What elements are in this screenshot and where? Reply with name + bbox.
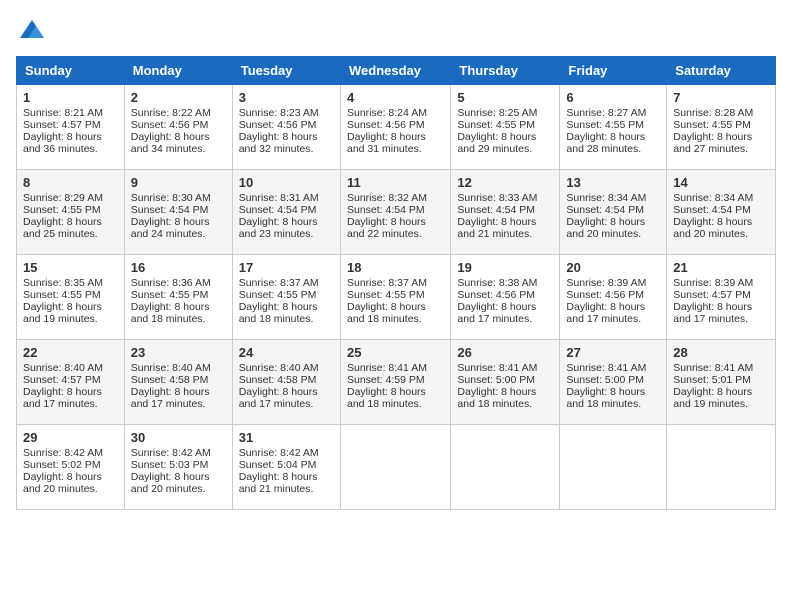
day-number: 1 [23, 90, 118, 105]
logo-icon [18, 16, 46, 44]
day-number: 25 [347, 345, 444, 360]
calendar-day: 29Sunrise: 8:42 AMSunset: 5:02 PMDayligh… [17, 425, 125, 510]
calendar-day: 6Sunrise: 8:27 AMSunset: 4:55 PMDaylight… [560, 85, 667, 170]
calendar-day: 19Sunrise: 8:38 AMSunset: 4:56 PMDayligh… [451, 255, 560, 340]
day-number: 10 [239, 175, 334, 190]
day-number: 19 [457, 260, 553, 275]
calendar-day: 1Sunrise: 8:21 AMSunset: 4:57 PMDaylight… [17, 85, 125, 170]
day-number: 2 [131, 90, 226, 105]
calendar-day: 13Sunrise: 8:34 AMSunset: 4:54 PMDayligh… [560, 170, 667, 255]
day-number: 31 [239, 430, 334, 445]
day-number: 17 [239, 260, 334, 275]
calendar-day: 12Sunrise: 8:33 AMSunset: 4:54 PMDayligh… [451, 170, 560, 255]
calendar-day: 14Sunrise: 8:34 AMSunset: 4:54 PMDayligh… [667, 170, 776, 255]
day-number: 20 [566, 260, 660, 275]
week-row: 15Sunrise: 8:35 AMSunset: 4:55 PMDayligh… [17, 255, 776, 340]
calendar-day: 20Sunrise: 8:39 AMSunset: 4:56 PMDayligh… [560, 255, 667, 340]
day-number: 3 [239, 90, 334, 105]
day-number: 23 [131, 345, 226, 360]
weekday-header: Sunday [17, 57, 125, 85]
calendar-day: 5Sunrise: 8:25 AMSunset: 4:55 PMDaylight… [451, 85, 560, 170]
calendar-table: SundayMondayTuesdayWednesdayThursdayFrid… [16, 56, 776, 510]
calendar-day: 27Sunrise: 8:41 AMSunset: 5:00 PMDayligh… [560, 340, 667, 425]
day-number: 28 [673, 345, 769, 360]
calendar-day: 26Sunrise: 8:41 AMSunset: 5:00 PMDayligh… [451, 340, 560, 425]
calendar-day: 10Sunrise: 8:31 AMSunset: 4:54 PMDayligh… [232, 170, 340, 255]
calendar-day: 2Sunrise: 8:22 AMSunset: 4:56 PMDaylight… [124, 85, 232, 170]
calendar-day [667, 425, 776, 510]
calendar-day: 8Sunrise: 8:29 AMSunset: 4:55 PMDaylight… [17, 170, 125, 255]
week-row: 22Sunrise: 8:40 AMSunset: 4:57 PMDayligh… [17, 340, 776, 425]
calendar-day: 16Sunrise: 8:36 AMSunset: 4:55 PMDayligh… [124, 255, 232, 340]
day-number: 4 [347, 90, 444, 105]
calendar-day: 18Sunrise: 8:37 AMSunset: 4:55 PMDayligh… [340, 255, 450, 340]
calendar-day: 9Sunrise: 8:30 AMSunset: 4:54 PMDaylight… [124, 170, 232, 255]
day-number: 6 [566, 90, 660, 105]
day-number: 21 [673, 260, 769, 275]
calendar-day: 11Sunrise: 8:32 AMSunset: 4:54 PMDayligh… [340, 170, 450, 255]
calendar-day: 24Sunrise: 8:40 AMSunset: 4:58 PMDayligh… [232, 340, 340, 425]
page-header [16, 16, 776, 44]
day-number: 7 [673, 90, 769, 105]
calendar-day: 21Sunrise: 8:39 AMSunset: 4:57 PMDayligh… [667, 255, 776, 340]
calendar-day: 31Sunrise: 8:42 AMSunset: 5:04 PMDayligh… [232, 425, 340, 510]
calendar-day: 22Sunrise: 8:40 AMSunset: 4:57 PMDayligh… [17, 340, 125, 425]
weekday-header: Saturday [667, 57, 776, 85]
day-number: 29 [23, 430, 118, 445]
calendar-day: 23Sunrise: 8:40 AMSunset: 4:58 PMDayligh… [124, 340, 232, 425]
day-number: 15 [23, 260, 118, 275]
day-number: 26 [457, 345, 553, 360]
weekday-header-row: SundayMondayTuesdayWednesdayThursdayFrid… [17, 57, 776, 85]
calendar-day [560, 425, 667, 510]
calendar-day [451, 425, 560, 510]
day-number: 8 [23, 175, 118, 190]
week-row: 29Sunrise: 8:42 AMSunset: 5:02 PMDayligh… [17, 425, 776, 510]
day-number: 16 [131, 260, 226, 275]
day-number: 18 [347, 260, 444, 275]
day-number: 14 [673, 175, 769, 190]
day-number: 11 [347, 175, 444, 190]
day-number: 13 [566, 175, 660, 190]
calendar-day: 17Sunrise: 8:37 AMSunset: 4:55 PMDayligh… [232, 255, 340, 340]
calendar-day [340, 425, 450, 510]
calendar-day: 30Sunrise: 8:42 AMSunset: 5:03 PMDayligh… [124, 425, 232, 510]
calendar-day: 28Sunrise: 8:41 AMSunset: 5:01 PMDayligh… [667, 340, 776, 425]
week-row: 1Sunrise: 8:21 AMSunset: 4:57 PMDaylight… [17, 85, 776, 170]
weekday-header: Thursday [451, 57, 560, 85]
day-number: 22 [23, 345, 118, 360]
day-number: 27 [566, 345, 660, 360]
calendar-day: 7Sunrise: 8:28 AMSunset: 4:55 PMDaylight… [667, 85, 776, 170]
calendar-day: 4Sunrise: 8:24 AMSunset: 4:56 PMDaylight… [340, 85, 450, 170]
weekday-header: Wednesday [340, 57, 450, 85]
day-number: 12 [457, 175, 553, 190]
day-number: 30 [131, 430, 226, 445]
day-number: 5 [457, 90, 553, 105]
day-number: 24 [239, 345, 334, 360]
weekday-header: Monday [124, 57, 232, 85]
logo [16, 16, 46, 44]
weekday-header: Friday [560, 57, 667, 85]
calendar-day: 15Sunrise: 8:35 AMSunset: 4:55 PMDayligh… [17, 255, 125, 340]
day-number: 9 [131, 175, 226, 190]
weekday-header: Tuesday [232, 57, 340, 85]
calendar-day: 3Sunrise: 8:23 AMSunset: 4:56 PMDaylight… [232, 85, 340, 170]
week-row: 8Sunrise: 8:29 AMSunset: 4:55 PMDaylight… [17, 170, 776, 255]
calendar-day: 25Sunrise: 8:41 AMSunset: 4:59 PMDayligh… [340, 340, 450, 425]
